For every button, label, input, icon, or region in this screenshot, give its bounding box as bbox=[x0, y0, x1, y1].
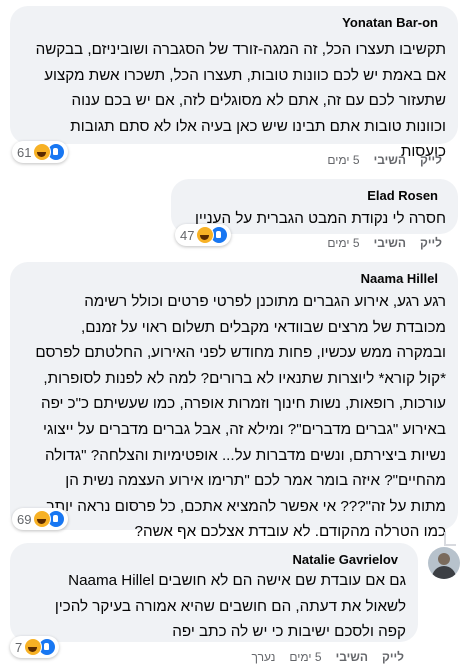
reaction-count: 47 bbox=[180, 227, 195, 243]
comment-author[interactable]: Natalie Gavrielov bbox=[22, 551, 406, 568]
comment-author[interactable]: Elad Rosen bbox=[183, 187, 446, 204]
reply-button[interactable]: השיבי bbox=[336, 650, 368, 664]
reply-button[interactable]: השיבי bbox=[374, 153, 406, 167]
comment-line: קפה ולסכם ישיבות כי יש לה כתב יפה bbox=[172, 623, 406, 641]
comment-bubble: Naama Hillel רגע רגע, אירוע הגברים מתוכנ… bbox=[10, 262, 458, 540]
comment-line: נשיות ביצירתם, ונשים מדברות על... אופטימ… bbox=[44, 446, 446, 464]
comment-line: עורכות, רופאות, נשות חינוך וזמרות אופרה,… bbox=[40, 395, 446, 413]
comment-actions: לייק השיבי 5 ימים bbox=[313, 153, 442, 167]
comment-timestamp[interactable]: 5 ימים bbox=[327, 153, 359, 167]
comment-line: מכובדת של מרצים שבוודאי מקבלים תשלום ראו… bbox=[81, 318, 446, 336]
comment-line: ובמקרה ממש עכשיו, פחות מחודש לפני האירוע… bbox=[35, 344, 446, 362]
like-button[interactable]: לייק bbox=[420, 153, 442, 167]
reply-button[interactable]: השיבי bbox=[374, 236, 406, 250]
comment-timestamp[interactable]: 5 ימים bbox=[289, 650, 321, 664]
reaction-summary[interactable]: 47 bbox=[175, 224, 232, 246]
comment-bubble: Natalie Gavrielov גם אם עובדת שם אישה הם… bbox=[10, 543, 418, 642]
comment-bubble: Yonatan Bar-on תקשיבו תעצרו הכל, זה המגה… bbox=[10, 6, 458, 160]
reaction-count: 69 bbox=[17, 511, 32, 527]
comment-actions: לייק השיבי 5 ימים bbox=[313, 236, 442, 250]
comment-author[interactable]: Yonatan Bar-on bbox=[22, 14, 446, 31]
comment-line: שתעזור לכם עם זה, אתם לא מסוגלים לזה, אם… bbox=[71, 92, 446, 110]
like-button[interactable]: לייק bbox=[382, 650, 404, 664]
comment-line: מתות על זה"??? אי אפשר להמציא אתכם, כל פ… bbox=[46, 497, 447, 515]
edited-label: נערך bbox=[251, 650, 276, 664]
comment-text: תקשיבו תעצרו הכל, זה המגה-זורד של הסגברה… bbox=[22, 37, 446, 165]
thread-line bbox=[444, 544, 456, 546]
comment-line: אם באמת יש לכם כוונות טובות, תעצרו הכל, … bbox=[44, 66, 446, 84]
comment-line: כמו הטרלה מהקודם. לא עובדת אצלכם אף אשה? bbox=[134, 523, 446, 541]
comment-author[interactable]: Naama Hillel bbox=[22, 270, 446, 287]
comment-text: רגע רגע, אירוע הגברים מתוכנן לפרטי פרטים… bbox=[22, 289, 446, 545]
comment-line: גם אם עובדת שם אישה הם לא חושבים Naama H… bbox=[68, 572, 406, 589]
comment-timestamp[interactable]: 5 ימים bbox=[327, 236, 359, 250]
reaction-count: 7 bbox=[15, 639, 23, 655]
reaction-summary[interactable]: 61 bbox=[12, 141, 69, 163]
comment-line: לשאול את דעתה, הם חושבים שהיא אמורה בעיק… bbox=[54, 597, 406, 615]
thread-line bbox=[444, 532, 446, 544]
reaction-summary[interactable]: 69 bbox=[12, 508, 69, 530]
comment-actions: לייק השיבי 5 ימים נערך bbox=[252, 650, 404, 664]
laugh-reaction-icon bbox=[24, 638, 43, 656]
reaction-summary[interactable]: 7 bbox=[10, 636, 60, 658]
comment-line: מהחיים"? איזה בומר אמר לכם "תרימו אירוע … bbox=[65, 472, 446, 490]
comment-text: גם אם עובדת שם אישה הם לא חושבים Naama H… bbox=[22, 568, 406, 645]
comment-line: באירוע "גברים מדברים"? ומילא זה, אבל גבר… bbox=[43, 420, 446, 438]
comment-line: תקשיבו תעצרו הכל, זה המגה-זורד של הסגברה… bbox=[35, 41, 446, 58]
comment-line: רגע רגע, אירוע הגברים מתוכנן לפרטי פרטים… bbox=[84, 293, 446, 310]
like-button[interactable]: לייק bbox=[420, 236, 442, 250]
avatar[interactable] bbox=[428, 547, 460, 579]
comment-line: וכוונות טובות אתם תבינו שיש כאן בעיה אלו… bbox=[70, 117, 446, 135]
reaction-count: 61 bbox=[17, 144, 32, 160]
comment-line: *קול קורא* ליוצרות שתנאיו לא ברורים? למה… bbox=[43, 369, 446, 387]
